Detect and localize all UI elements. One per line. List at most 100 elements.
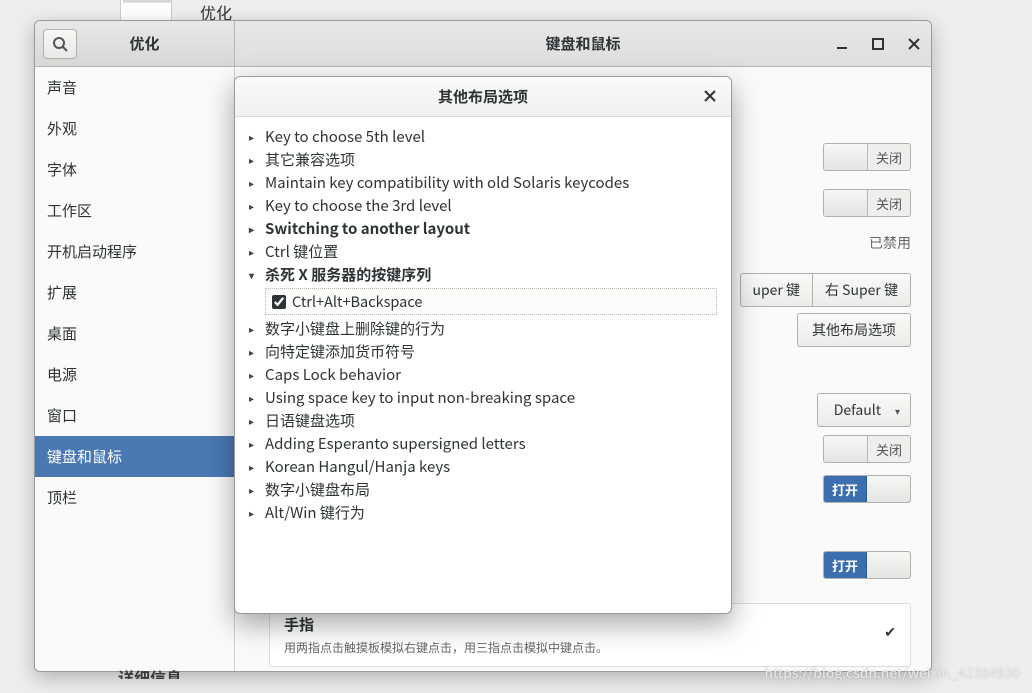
layout-option-label: Caps Lock behavior <box>265 364 401 385</box>
accel-profile-combo[interactable]: Default ▾ <box>817 393 911 427</box>
layout-option-checkbox[interactable] <box>272 295 286 309</box>
layout-option-label: Maintain key compatibility with old Sola… <box>265 172 629 193</box>
switch-3[interactable]: 关闭 <box>823 435 911 463</box>
triangle-down-icon: ▾ <box>249 267 259 282</box>
layout-option-child[interactable]: Ctrl+Alt+Backspace <box>265 288 717 315</box>
sidebar-item-5[interactable]: 扩展 <box>35 272 234 313</box>
window-maximize-button[interactable] <box>867 33 889 55</box>
dialog-close-button[interactable] <box>699 85 721 107</box>
search-button[interactable] <box>43 29 77 59</box>
sidebar-item-9[interactable]: 键盘和鼠标 <box>35 436 234 477</box>
layout-option-label: Using space key to input non-breaking sp… <box>265 387 575 408</box>
triangle-right-icon: ▸ <box>249 198 259 213</box>
triangle-right-icon: ▸ <box>249 244 259 259</box>
close-icon <box>908 38 920 50</box>
layout-option-row[interactable]: ▾ 杀死 X 服务器的按键序列 <box>249 263 717 286</box>
layout-option-row[interactable]: ▸数字小键盘布局 <box>249 478 717 501</box>
switch-3-label: 关闭 <box>868 440 910 459</box>
headerbar: 优化 键盘和鼠标 <box>35 21 931 67</box>
sidebar-item-2[interactable]: 字体 <box>35 149 234 190</box>
sidebar-item-8[interactable]: 窗口 <box>35 395 234 436</box>
dialog-body: ▸Key to choose 5th level▸其它兼容选项▸Maintain… <box>235 117 731 613</box>
dialog-header: 其他布局选项 <box>235 77 731 117</box>
layout-option-child-label: Ctrl+Alt+Backspace <box>292 291 422 312</box>
layout-option-label: Switching to another layout <box>265 218 470 239</box>
layout-option-row[interactable]: ▸ Switching to another layout <box>249 217 717 240</box>
combo-value: Default <box>834 400 881 420</box>
fingers-desc: 用两指点击触摸板模拟右键点击，用三指点击模拟中键点击。 <box>284 639 896 656</box>
sidebar-item-label: 扩展 <box>47 282 77 303</box>
layout-option-row[interactable]: ▸ Korean Hangul/Hanja keys <box>249 455 717 478</box>
sidebar: 声音外观字体工作区开机启动程序扩展桌面电源窗口键盘和鼠标顶栏 <box>35 67 235 671</box>
sidebar-item-label: 开机启动程序 <box>47 241 137 262</box>
layout-option-label: Alt/Win 键行为 <box>265 502 365 523</box>
headerbar-left-title: 优化 <box>85 33 234 54</box>
triangle-right-icon: ▸ <box>249 152 259 167</box>
window-minimize-button[interactable] <box>831 33 853 55</box>
dialog-title: 其他布局选项 <box>438 86 528 107</box>
sidebar-item-3[interactable]: 工作区 <box>35 190 234 231</box>
sidebar-item-7[interactable]: 电源 <box>35 354 234 395</box>
sidebar-item-label: 电源 <box>47 364 77 385</box>
triangle-right-icon: ▸ <box>249 505 259 520</box>
search-icon <box>52 36 68 52</box>
layout-option-row[interactable]: ▸Key to choose 5th level <box>249 125 717 148</box>
layout-option-row[interactable]: ▸ Ctrl 键位置 <box>249 240 717 263</box>
layout-option-row[interactable]: ▸Maintain key compatibility with old Sol… <box>249 171 717 194</box>
triangle-right-icon: ▸ <box>249 344 259 359</box>
triangle-right-icon: ▸ <box>249 482 259 497</box>
sidebar-item-10[interactable]: 顶栏 <box>35 477 234 518</box>
triangle-right-icon: ▸ <box>249 367 259 382</box>
sidebar-item-6[interactable]: 桌面 <box>35 313 234 354</box>
sidebar-item-4[interactable]: 开机启动程序 <box>35 231 234 272</box>
layout-option-row[interactable]: ▸ Alt/Win 键行为 <box>249 501 717 524</box>
switch-2[interactable]: 关闭 <box>823 189 911 217</box>
sidebar-item-label: 字体 <box>47 159 77 180</box>
layout-option-row[interactable]: ▸Key to choose the 3rd level <box>249 194 717 217</box>
switch-1[interactable]: 关闭 <box>823 143 911 171</box>
super-key-right-button[interactable]: 右 Super 键 <box>813 273 911 307</box>
other-layout-options-button[interactable]: 其他布局选项 <box>797 313 911 347</box>
disabled-text: 已禁用 <box>869 233 911 253</box>
background-window-thumb: ▓▓▓▓▓▓▓▓▓▓▓▓▓▓▓▓ <box>120 0 172 22</box>
layout-option-row[interactable]: ▸向特定键添加货币符号 <box>249 340 717 363</box>
layout-option-label: Korean Hangul/Hanja keys <box>265 456 450 477</box>
truncated-text: 详细信息 <box>118 665 182 679</box>
sidebar-item-label: 键盘和鼠标 <box>47 446 122 467</box>
headerbar-center-title: 键盘和鼠标 <box>235 21 931 66</box>
switch-2-label: 关闭 <box>868 194 910 213</box>
watermark: https://blog.csdn.net/weixin_42384930 <box>764 663 1020 683</box>
triangle-right-icon: ▸ <box>249 390 259 405</box>
triangle-right-icon: ▸ <box>249 129 259 144</box>
sidebar-item-0[interactable]: 声音 <box>35 67 234 108</box>
fingers-title: 手指 <box>284 614 896 635</box>
triangle-right-icon: ▸ <box>249 221 259 236</box>
close-icon <box>704 90 716 102</box>
triangle-right-icon: ▸ <box>249 459 259 474</box>
layout-option-row[interactable]: ▸ Caps Lock behavior <box>249 363 717 386</box>
window-close-button[interactable] <box>903 33 925 55</box>
sidebar-item-label: 窗口 <box>47 405 77 426</box>
minimize-icon <box>836 38 848 50</box>
layout-option-label: 其它兼容选项 <box>265 149 355 170</box>
layout-option-label: 日语键盘选项 <box>265 410 355 431</box>
other-layout-options-dialog: 其他布局选项 ▸Key to choose 5th level▸其它兼容选项▸M… <box>234 76 732 614</box>
switch-4[interactable]: 打开 <box>823 475 911 503</box>
layout-option-row[interactable]: ▸日语键盘选项 <box>249 409 717 432</box>
chevron-down-icon: ▾ <box>895 403 900 418</box>
switch-5-label: 打开 <box>824 556 866 575</box>
layout-option-label: Adding Esperanto supersigned letters <box>265 433 526 454</box>
layout-option-row[interactable]: ▸ Using space key to input non-breaking s… <box>249 386 717 409</box>
sidebar-item-label: 桌面 <box>47 323 77 344</box>
switch-5[interactable]: 打开 <box>823 551 911 579</box>
layout-option-label: 杀死 X 服务器的按键序列 <box>265 264 431 285</box>
sidebar-item-label: 声音 <box>47 77 77 98</box>
layout-option-label: Ctrl 键位置 <box>265 241 338 262</box>
layout-option-row[interactable]: ▸数字小键盘上删除键的行为 <box>249 317 717 340</box>
switch-1-label: 关闭 <box>868 148 910 167</box>
layout-option-row[interactable]: ▸Adding Esperanto supersigned letters <box>249 432 717 455</box>
layout-option-row[interactable]: ▸ 其它兼容选项 <box>249 148 717 171</box>
sidebar-item-1[interactable]: 外观 <box>35 108 234 149</box>
super-key-left-button[interactable]: uper 键 <box>740 273 814 307</box>
check-icon: ✔ <box>884 622 896 642</box>
